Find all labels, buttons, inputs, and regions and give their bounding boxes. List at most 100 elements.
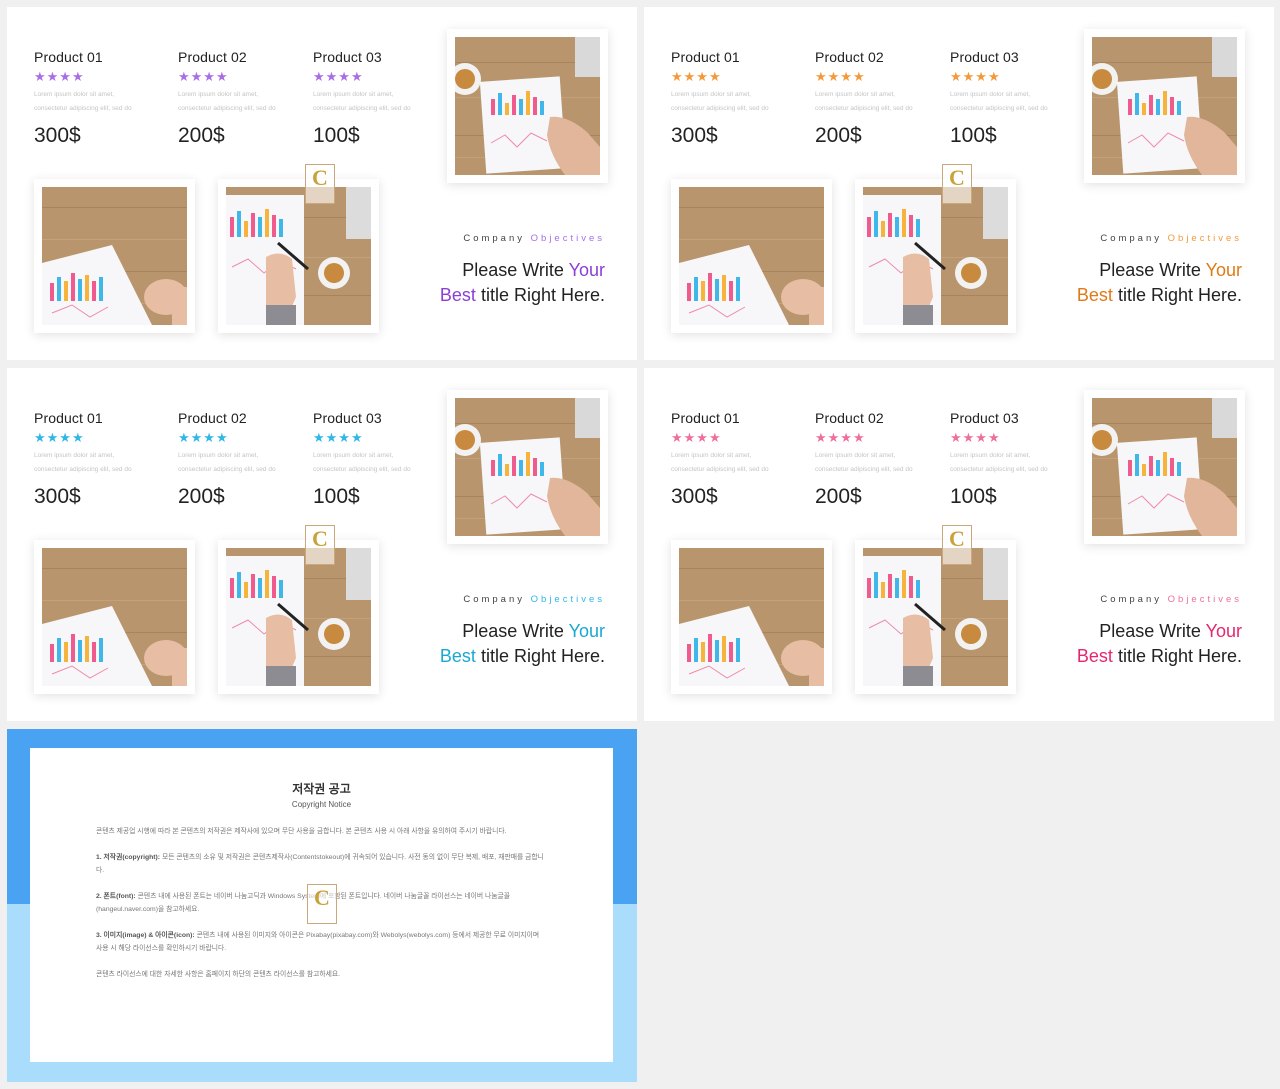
product-desc-line: Lorem ipsum dolor sit amet, bbox=[34, 452, 115, 459]
slide-copyright-notice: 저작권 공고 Copyright Notice 콘텐츠 제공업 시행에 따라 본… bbox=[7, 729, 637, 1082]
product-desc-line: Lorem ipsum dolor sit amet, bbox=[671, 452, 752, 459]
product-name: Product 01 bbox=[671, 49, 740, 65]
star-rating-icon: ★★★★ bbox=[815, 430, 866, 445]
product-card: Product 02 ★★★★ Lorem ipsum dolor sit am… bbox=[815, 410, 945, 509]
star-rating-icon: ★★★★ bbox=[34, 430, 85, 445]
product-desc-line: Lorem ipsum dolor sit amet, bbox=[313, 91, 394, 98]
notice-intro: 콘텐츠 제공업 시행에 따라 본 콘텐츠의 저작권은 제작사에 있으며 무단 사… bbox=[96, 828, 507, 835]
product-price: 100$ bbox=[950, 124, 997, 147]
product-card: Product 01 ★★★★ Lorem ipsum dolor sit am… bbox=[671, 410, 801, 509]
star-rating-icon: ★★★★ bbox=[34, 69, 85, 84]
product-desc-line: Lorem ipsum dolor sit amet, bbox=[34, 91, 115, 98]
product-price: 300$ bbox=[671, 124, 718, 147]
watermark-logo: C bbox=[305, 164, 335, 204]
product-name: Product 02 bbox=[815, 410, 884, 426]
product-price: 100$ bbox=[313, 124, 360, 147]
product-desc-line: consectetur adipiscing elit, sed do bbox=[178, 105, 276, 112]
product-card: Product 02 ★★★★ Lorem ipsum dolor sit am… bbox=[178, 410, 308, 509]
product-name: Product 01 bbox=[671, 410, 740, 426]
product-desc-line: Lorem ipsum dolor sit amet, bbox=[950, 91, 1031, 98]
product-card: Product 01 ★★★★ Lorem ipsum dolor sit am… bbox=[34, 49, 164, 148]
product-desc-line: consectetur adipiscing elit, sed do bbox=[313, 105, 411, 112]
watermark-logo: C bbox=[942, 525, 972, 565]
product-desc-line: consectetur adipiscing elit, sed do bbox=[34, 466, 132, 473]
product-desc-line: consectetur adipiscing elit, sed do bbox=[178, 466, 276, 473]
photo-chart-hand bbox=[1084, 390, 1245, 544]
product-name: Product 03 bbox=[950, 410, 1019, 426]
photo-chart-hand bbox=[447, 390, 608, 544]
company-objectives-label: Company Objectives bbox=[1100, 233, 1242, 244]
slide-title: Please Write Your Best title Right Here. bbox=[439, 260, 605, 305]
product-desc-line: consectetur adipiscing elit, sed do bbox=[950, 466, 1048, 473]
star-rating-icon: ★★★★ bbox=[950, 69, 1001, 84]
notice-title: 저작권 공고 bbox=[292, 782, 351, 796]
product-desc-line: consectetur adipiscing elit, sed do bbox=[313, 466, 411, 473]
slide-title: Please Write Your Best title Right Here. bbox=[439, 621, 605, 666]
product-card: Product 03 ★★★★ Lorem ipsum dolor sit am… bbox=[313, 49, 443, 148]
product-card: Product 03 ★★★★ Lorem ipsum dolor sit am… bbox=[950, 410, 1080, 509]
product-card: Product 03 ★★★★ Lorem ipsum dolor sit am… bbox=[313, 410, 443, 509]
product-name: Product 02 bbox=[815, 49, 884, 65]
product-desc-line: Lorem ipsum dolor sit amet, bbox=[178, 452, 259, 459]
company-objectives-label: Company Objectives bbox=[463, 594, 605, 605]
photo-chart-fist bbox=[671, 179, 832, 333]
product-desc-line: consectetur adipiscing elit, sed do bbox=[815, 105, 913, 112]
product-desc-line: Lorem ipsum dolor sit amet, bbox=[313, 452, 394, 459]
product-card: Product 01 ★★★★ Lorem ipsum dolor sit am… bbox=[671, 49, 801, 148]
product-price: 300$ bbox=[671, 485, 718, 508]
product-desc-line: consectetur adipiscing elit, sed do bbox=[815, 466, 913, 473]
product-desc-line: consectetur adipiscing elit, sed do bbox=[34, 105, 132, 112]
product-desc-line: consectetur adipiscing elit, sed do bbox=[950, 105, 1048, 112]
watermark-logo: C bbox=[942, 164, 972, 204]
notice-section-copyright: 1. 저작권(copyright): 모든 콘텐츠의 소유 및 저작권은 콘텐츠… bbox=[96, 854, 544, 874]
product-desc-line: Lorem ipsum dolor sit amet, bbox=[815, 91, 896, 98]
star-rating-icon: ★★★★ bbox=[671, 430, 722, 445]
star-rating-icon: ★★★★ bbox=[815, 69, 866, 84]
product-name: Product 02 bbox=[178, 49, 247, 65]
photo-chart-pen bbox=[218, 179, 379, 333]
product-price: 300$ bbox=[34, 485, 81, 508]
product-price: 200$ bbox=[815, 485, 862, 508]
slide-4: Product 01 ★★★★ Lorem ipsum dolor sit am… bbox=[644, 368, 1274, 721]
product-desc-line: consectetur adipiscing elit, sed do bbox=[671, 105, 769, 112]
company-objectives-label: Company Objectives bbox=[1100, 594, 1242, 605]
notice-outro: 콘텐츠 라이선스에 대한 자세한 사항은 홈페이지 하단의 콘텐츠 라이선스를 … bbox=[96, 971, 340, 978]
slide-title: Please Write Your Best title Right Here. bbox=[1076, 621, 1242, 666]
product-card: Product 02 ★★★★ Lorem ipsum dolor sit am… bbox=[178, 49, 308, 148]
star-rating-icon: ★★★★ bbox=[313, 430, 364, 445]
product-price: 100$ bbox=[950, 485, 997, 508]
photo-chart-hand bbox=[1084, 29, 1245, 183]
product-card: Product 03 ★★★★ Lorem ipsum dolor sit am… bbox=[950, 49, 1080, 148]
star-rating-icon: ★★★★ bbox=[313, 69, 364, 84]
slide-title: Please Write Your Best title Right Here. bbox=[1076, 260, 1242, 305]
product-price: 300$ bbox=[34, 124, 81, 147]
product-desc-line: Lorem ipsum dolor sit amet, bbox=[671, 91, 752, 98]
product-name: Product 01 bbox=[34, 49, 103, 65]
notice-subtitle: Copyright Notice bbox=[291, 800, 352, 809]
star-rating-icon: ★★★★ bbox=[178, 430, 229, 445]
product-desc-line: consectetur adipiscing elit, sed do bbox=[671, 466, 769, 473]
product-name: Product 03 bbox=[313, 49, 382, 65]
product-name: Product 02 bbox=[178, 410, 247, 426]
slide-2: Product 01 ★★★★ Lorem ipsum dolor sit am… bbox=[644, 7, 1274, 360]
product-card: Product 02 ★★★★ Lorem ipsum dolor sit am… bbox=[815, 49, 945, 148]
photo-chart-fist bbox=[671, 540, 832, 694]
slide-1: Product 01 ★★★★ Lorem ipsum dolor sit am… bbox=[7, 7, 637, 360]
slide-3: Product 01 ★★★★ Lorem ipsum dolor sit am… bbox=[7, 368, 637, 721]
product-desc-line: Lorem ipsum dolor sit amet, bbox=[815, 452, 896, 459]
company-objectives-label: Company Objectives bbox=[463, 233, 605, 244]
product-name: Product 01 bbox=[34, 410, 103, 426]
star-rating-icon: ★★★★ bbox=[950, 430, 1001, 445]
star-rating-icon: ★★★★ bbox=[671, 69, 722, 84]
photo-chart-hand bbox=[447, 29, 608, 183]
watermark-logo: C bbox=[305, 525, 335, 565]
star-rating-icon: ★★★★ bbox=[178, 69, 229, 84]
photo-chart-fist bbox=[34, 179, 195, 333]
product-price: 100$ bbox=[313, 485, 360, 508]
product-name: Product 03 bbox=[313, 410, 382, 426]
photo-chart-pen bbox=[855, 540, 1016, 694]
product-price: 200$ bbox=[178, 485, 225, 508]
product-card: Product 01 ★★★★ Lorem ipsum dolor sit am… bbox=[34, 410, 164, 509]
product-price: 200$ bbox=[178, 124, 225, 147]
photo-chart-fist bbox=[34, 540, 195, 694]
